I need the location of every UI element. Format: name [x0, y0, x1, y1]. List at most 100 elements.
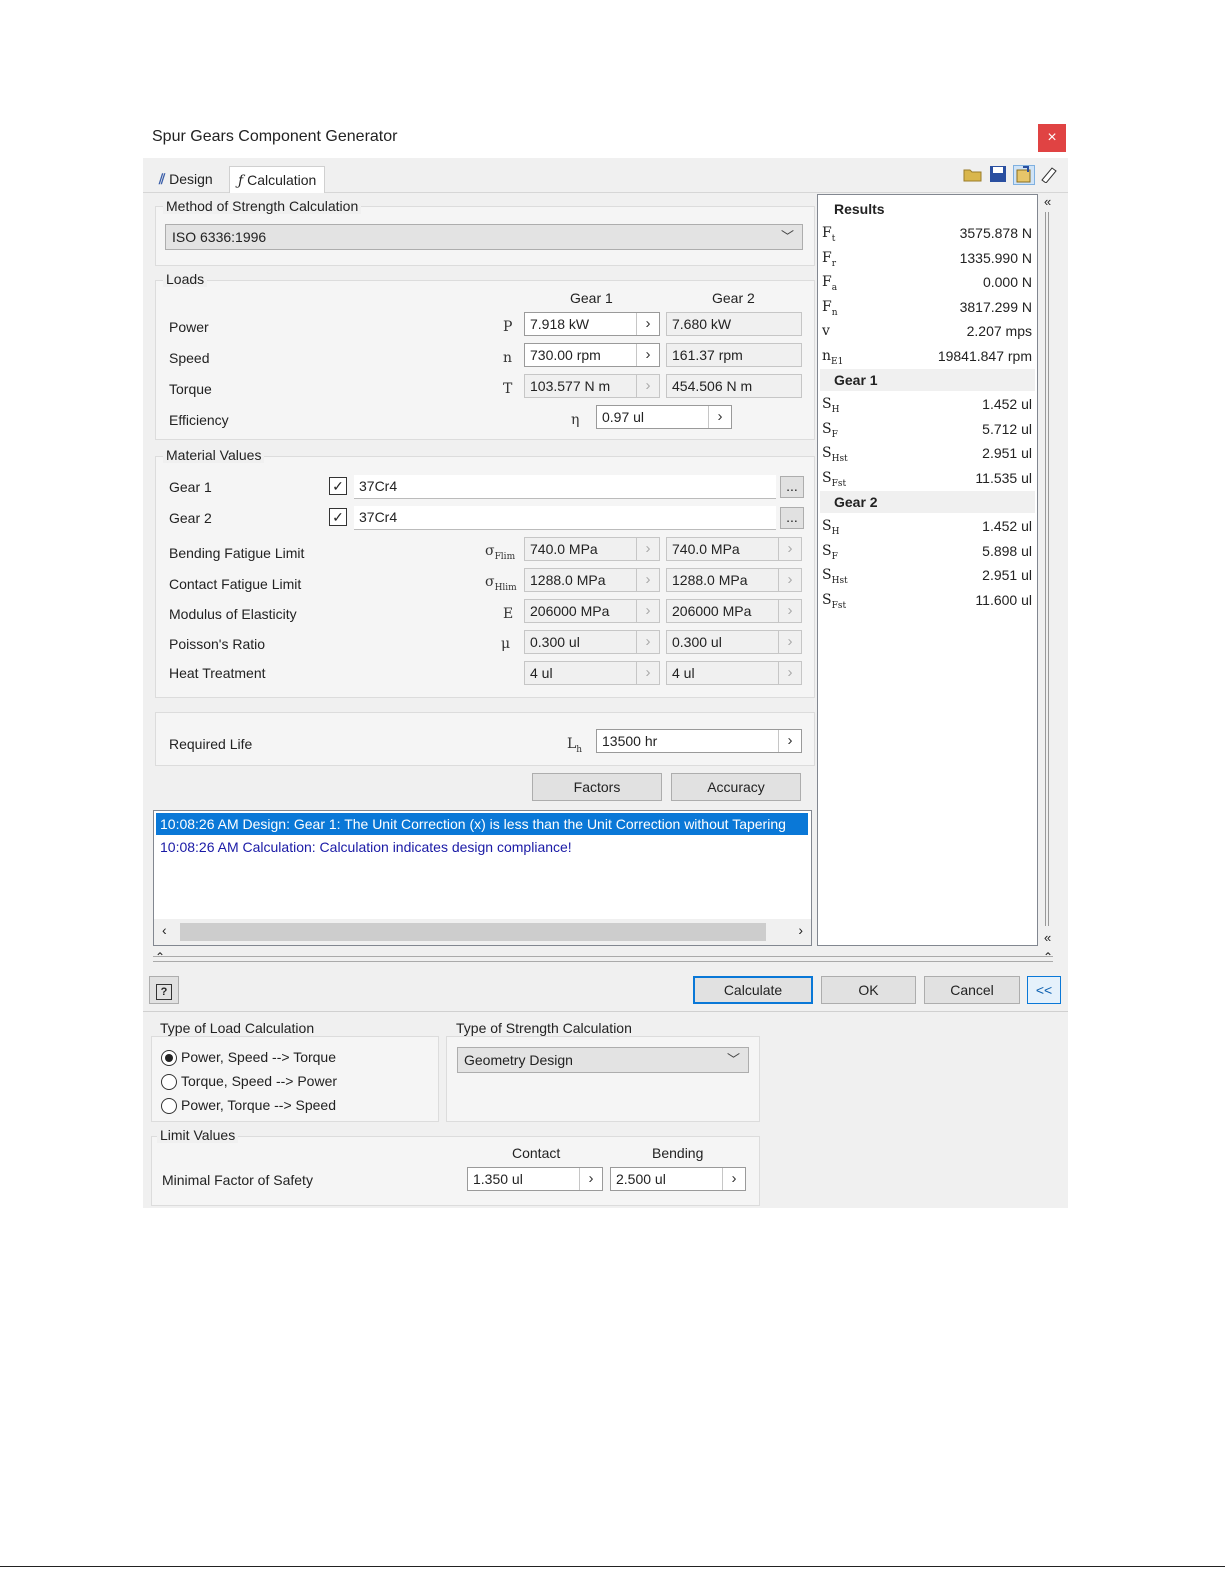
- bending-gear2-field: 740.0 MPa ›: [666, 537, 802, 561]
- factors-button[interactable]: Factors: [532, 773, 662, 801]
- contact-safety-input[interactable]: 1.350 ul ›: [467, 1167, 603, 1191]
- accuracy-button[interactable]: Accuracy: [671, 773, 801, 801]
- radio-power-torque[interactable]: [161, 1098, 177, 1114]
- efficiency-value: 0.97 ul: [602, 409, 645, 425]
- speed-gear2-field: 161.37 rpm: [666, 343, 802, 367]
- modulus-gear2-field: 206000 MPa ›: [666, 599, 802, 623]
- tab-strip: ⫽ Design ƒ Calculation: [143, 158, 1068, 193]
- scroll-left-icon[interactable]: ‹: [162, 922, 167, 938]
- result-value: 1.452 ul: [982, 518, 1032, 534]
- save-icon[interactable]: [988, 165, 1008, 183]
- torque-gear1-field: 103.577 N m ›: [524, 374, 660, 398]
- radio-torque-speed-label[interactable]: Torque, Speed --> Power: [181, 1073, 337, 1089]
- message-log[interactable]: 10:08:26 AM Design: Gear 1: The Unit Cor…: [153, 810, 812, 946]
- contact-gear1-value: 1288.0 MPa: [530, 572, 606, 588]
- chevron-right-icon[interactable]: ›: [778, 730, 801, 752]
- efficiency-symbol: η: [571, 412, 580, 428]
- folder-icon[interactable]: [963, 165, 983, 183]
- log-line-design[interactable]: 10:08:26 AM Design: Gear 1: The Unit Cor…: [156, 813, 808, 835]
- power-gear2-value: 7.680 kW: [672, 316, 732, 332]
- close-button[interactable]: ×: [1038, 124, 1066, 152]
- horizontal-scrollbar[interactable]: ‹ ›: [154, 919, 811, 945]
- load-calc-label: Type of Load Calculation: [157, 1020, 318, 1036]
- result-value: 2.207 mps: [966, 323, 1032, 339]
- export-icon[interactable]: [1013, 165, 1035, 185]
- horizontal-splitter[interactable]: [153, 956, 1053, 962]
- options-icon[interactable]: [1039, 165, 1059, 183]
- speed-label: Speed: [169, 350, 210, 366]
- result-value: 11.535 ul: [975, 469, 1032, 486]
- collapse-panel-button[interactable]: <<: [1027, 976, 1061, 1004]
- radio-power-speed-label[interactable]: Power, Speed --> Torque: [181, 1049, 336, 1065]
- log-line-calculation[interactable]: 10:08:26 AM Calculation: Calculation ind…: [156, 836, 572, 858]
- results-gear2-title: Gear 2: [820, 491, 1035, 513]
- window-title: Spur Gears Component Generator: [152, 128, 398, 145]
- collapse-up-icon[interactable]: «: [1044, 194, 1051, 209]
- speed-gear2-value: 161.37 rpm: [672, 347, 743, 363]
- col-bending-header: Bending: [652, 1145, 704, 1161]
- radio-power-torque-label[interactable]: Power, Torque --> Speed: [181, 1097, 336, 1113]
- scroll-right-icon[interactable]: ›: [798, 922, 803, 938]
- method-label: Method of Strength Calculation: [163, 198, 362, 214]
- help-button[interactable]: ?: [149, 976, 179, 1004]
- power-gear1-input[interactable]: 7.918 kW ›: [524, 312, 660, 336]
- result-symbol: nE1: [822, 347, 844, 367]
- speed-gear1-input[interactable]: 730.00 rpm ›: [524, 343, 660, 367]
- power-label: Power: [169, 319, 209, 335]
- result-row: Fn 3817.299 N: [822, 296, 1032, 320]
- chevron-right-icon: ›: [636, 538, 659, 560]
- material-gear1-label: Gear 1: [169, 479, 212, 495]
- required-life-label: Required Life: [169, 736, 253, 752]
- strength-calc-select[interactable]: Geometry Design ﹀: [457, 1047, 749, 1073]
- power-gear1-value: 7.918 kW: [530, 316, 590, 332]
- material-gear2-input[interactable]: 37Cr4: [354, 506, 776, 530]
- radio-torque-speed[interactable]: [161, 1074, 177, 1090]
- result-value: 1.452 ul: [982, 396, 1032, 412]
- tab-calculation[interactable]: ƒ Calculation: [229, 166, 326, 193]
- method-select[interactable]: ISO 6336:1996 ﹀: [165, 224, 803, 250]
- collapse-down-icon[interactable]: «: [1044, 930, 1051, 945]
- cancel-button[interactable]: Cancel: [924, 976, 1020, 1004]
- scrollbar-thumb[interactable]: [180, 923, 766, 941]
- result-row: Fr 1335.990 N: [822, 247, 1032, 271]
- heat-gear2-value: 4 ul: [672, 665, 695, 681]
- chevron-right-icon[interactable]: ›: [636, 313, 659, 335]
- result-row: nE1 19841.847 rpm: [822, 345, 1032, 369]
- required-life-input[interactable]: 13500 hr ›: [596, 729, 802, 753]
- result-row: SFst 11.535 ul: [822, 467, 1032, 491]
- torque-gear1-value: 103.577 N m: [530, 378, 611, 394]
- tab-design[interactable]: ⫽ Design: [151, 166, 221, 192]
- calculate-button[interactable]: Calculate: [693, 976, 813, 1004]
- expand-up-icon[interactable]: ⌃: [155, 950, 165, 964]
- torque-gear2-field: 454.506 N m: [666, 374, 802, 398]
- modulus-gear1-field: 206000 MPa ›: [524, 599, 660, 623]
- expand-up-icon[interactable]: ⌃: [1043, 950, 1053, 964]
- poisson-label: Poisson's Ratio: [169, 636, 266, 652]
- material-gear1-checkbox[interactable]: ✓: [329, 477, 347, 495]
- material-gear1-browse-button[interactable]: ...: [780, 476, 804, 498]
- results-gear1-title: Gear 1: [820, 369, 1035, 391]
- efficiency-input[interactable]: 0.97 ul ›: [596, 405, 732, 429]
- material-gear2-checkbox[interactable]: ✓: [329, 508, 347, 526]
- bending-gear1-field: 740.0 MPa ›: [524, 537, 660, 561]
- bending-safety-input[interactable]: 2.500 ul ›: [610, 1167, 746, 1191]
- result-value: 0.000 N: [982, 274, 1032, 290]
- result-row: SHst 2.951 ul: [822, 442, 1032, 466]
- chevron-right-icon[interactable]: ›: [722, 1168, 745, 1190]
- chevron-right-icon[interactable]: ›: [579, 1168, 602, 1190]
- chevron-right-icon[interactable]: ›: [708, 406, 731, 428]
- contact-gear2-value: 1288.0 MPa: [672, 572, 748, 588]
- ok-button[interactable]: OK: [821, 976, 916, 1004]
- results-collapse-bar[interactable]: « «: [1042, 194, 1056, 946]
- chevron-down-icon: ﹀: [780, 229, 794, 244]
- bending-safety-value: 2.500 ul: [616, 1171, 666, 1187]
- chevron-right-icon[interactable]: ›: [636, 344, 659, 366]
- result-row: v 2.207 mps: [822, 320, 1032, 344]
- material-gear2-browse-button[interactable]: ...: [780, 507, 804, 529]
- result-row: SF 5.898 ul: [822, 540, 1032, 564]
- min-safety-label: Minimal Factor of Safety: [162, 1172, 313, 1188]
- chevron-right-icon: ›: [636, 569, 659, 591]
- radio-power-speed[interactable]: [161, 1050, 177, 1066]
- calculation-icon: ƒ: [238, 173, 244, 189]
- material-gear1-input[interactable]: 37Cr4: [354, 475, 776, 499]
